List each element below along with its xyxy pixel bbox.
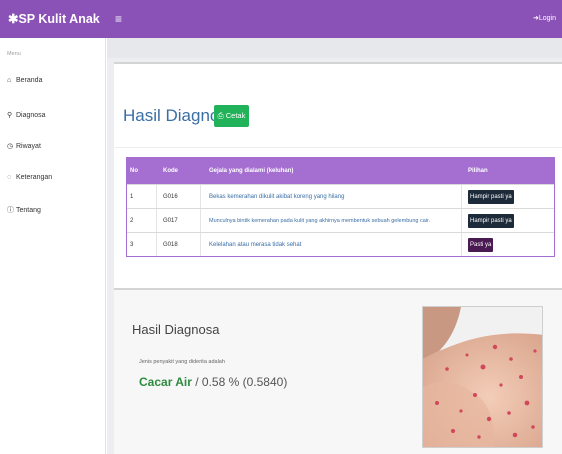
info-icon: ⓘ	[7, 207, 14, 214]
row-kode: G016	[163, 193, 178, 200]
content-header-strip	[107, 38, 562, 58]
disease-name: Cacar Air	[139, 375, 192, 389]
row-no: 2	[130, 217, 134, 224]
column-divider	[156, 185, 157, 208]
column-header-gejala: Gejala yang dialami (keluhan)	[209, 168, 294, 174]
sidebar-item-riwayat[interactable]: ◷ Riwayat	[7, 142, 41, 150]
diagnosis-card: Hasil Diagnosis ⎙ Cetak No Kode Gejala y…	[114, 62, 562, 312]
sidebar-item-label: Tentang	[16, 207, 41, 214]
result-label: Jenis penyakit yang diderita adalah	[139, 359, 225, 365]
column-header-kode: Kode	[163, 168, 178, 174]
table-row: 1 G016 Bekas kemerahan dikulit akibat ko…	[127, 184, 554, 208]
sidebar-item-label: Beranda	[16, 77, 43, 84]
sidebar-item-label: Diagnosa	[16, 112, 46, 119]
column-divider	[461, 209, 462, 232]
row-kode: G017	[163, 217, 178, 224]
column-header-pilihan: Pilihan	[468, 168, 488, 174]
history-icon: ◷	[7, 143, 14, 150]
sidebar: Menu ⌂ Beranda ⚲ Diagnosa ◷ Riwayat ◌ Ketera…	[0, 38, 106, 454]
sidebar-item-keterangan[interactable]: ◌ Keterangan	[7, 174, 52, 181]
column-divider	[461, 185, 462, 208]
printer-icon: ⎙	[217, 111, 224, 120]
table-row: 3 G018 Kelelahan atau merasa tidak sehat…	[127, 232, 554, 256]
certainty-value: / 0.58 % (0.5840)	[191, 375, 288, 389]
disease-photo	[422, 306, 543, 448]
row-pilihan: Pasti ya	[468, 233, 494, 256]
column-divider	[156, 233, 157, 256]
print-button[interactable]: ⎙ Cetak	[214, 105, 249, 127]
table-row: 2 G017 Munculnya bintik kemerahan pada k…	[127, 208, 554, 232]
row-no: 1	[130, 193, 134, 200]
row-gejala: Bekas kemerahan dikulit akibat koreng ya…	[209, 193, 345, 200]
column-header-no: No	[130, 168, 138, 174]
sidebar-item-label: Keterangan	[16, 174, 53, 181]
home-icon: ⌂	[7, 77, 12, 84]
choice-badge: Pasti ya	[468, 237, 494, 252]
choice-badge: Hampir pasti ya	[468, 189, 514, 204]
row-gejala: Munculnya bintik kemerahan pada kulit ya…	[209, 217, 431, 224]
divider	[114, 147, 562, 148]
result-value: Cacar Air / 0.58 % (0.5840)	[139, 375, 287, 389]
app-brand[interactable]: ✱SP Kulit Anak	[0, 0, 106, 38]
table-header-row: No Kode Gejala yang dialami (keluhan) Pi…	[127, 158, 554, 184]
result-title: Hasil Diagnosa	[132, 322, 220, 337]
top-navbar: ✱SP Kulit Anak ≡ ➜Login	[0, 0, 562, 38]
row-kode: G018	[163, 241, 178, 248]
print-button-label: Cetak	[225, 111, 246, 120]
column-divider	[200, 185, 201, 208]
main-content: Hasil Diagnosis ⎙ Cetak No Kode Gejala y…	[107, 38, 562, 454]
login-label: Login	[538, 15, 556, 22]
sidebar-item-tentang[interactable]: ⓘ Tentang	[7, 205, 41, 215]
result-card: Hasil Diagnosa Jenis penyakit yang dider…	[114, 288, 562, 454]
hamburger-menu-icon[interactable]: ≡	[115, 0, 122, 38]
sidebar-item-beranda[interactable]: ⌂ Beranda	[7, 77, 42, 84]
row-gejala: Kelelahan atau merasa tidak sehat	[209, 241, 302, 248]
column-divider	[156, 209, 157, 232]
column-divider	[200, 209, 201, 232]
row-no: 3	[130, 241, 134, 248]
sidebar-heading: Menu	[7, 51, 21, 57]
column-divider	[461, 233, 462, 256]
row-pilihan: Hampir pasti ya	[468, 209, 514, 232]
login-link[interactable]: ➜Login	[533, 0, 556, 38]
column-divider	[200, 233, 201, 256]
sidebar-item-diagnosa[interactable]: ⚲ Diagnosa	[7, 111, 46, 119]
chickenpox-skin-image	[423, 307, 542, 447]
row-pilihan: Hampir pasti ya	[468, 185, 514, 208]
search-icon: ⚲	[7, 112, 13, 119]
choice-badge: Hampir pasti ya	[468, 213, 514, 228]
sidebar-item-label: Riwayat	[16, 143, 41, 150]
symptoms-table: No Kode Gejala yang dialami (keluhan) Pi…	[126, 157, 555, 257]
comment-icon: ◌	[7, 174, 12, 181]
